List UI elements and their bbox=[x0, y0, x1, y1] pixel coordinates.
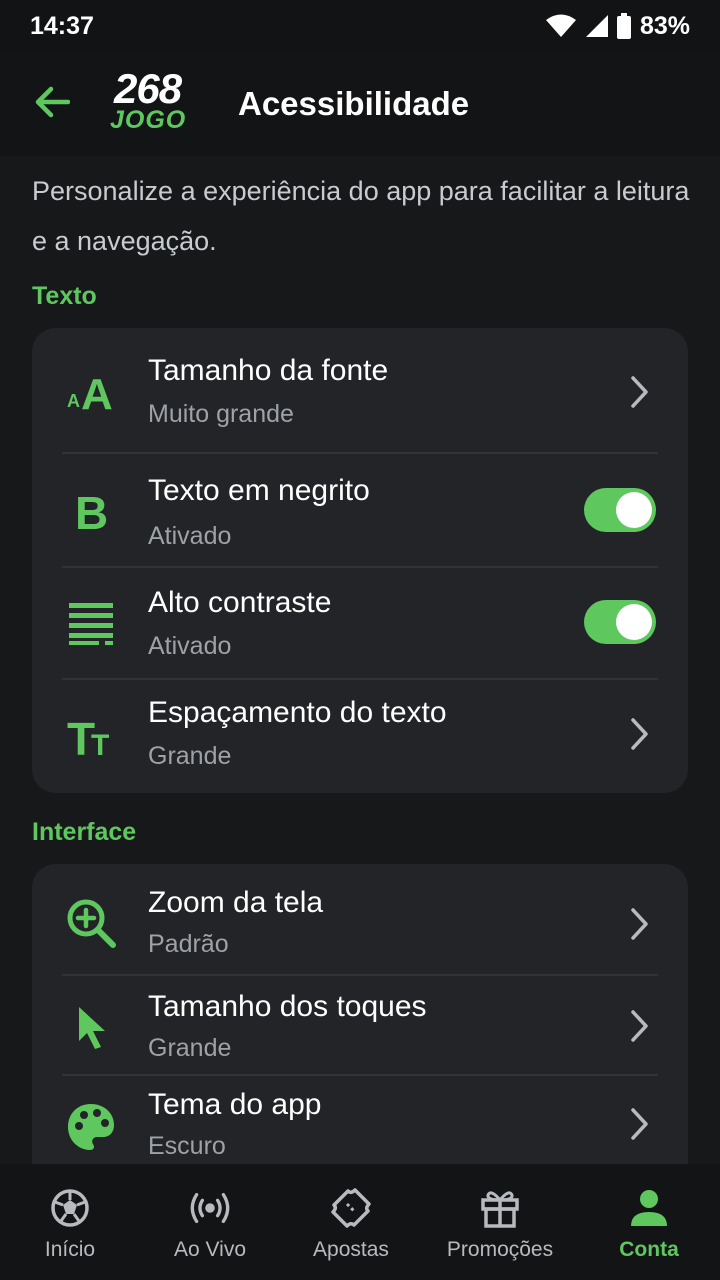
svg-text:B: B bbox=[75, 487, 108, 535]
back-button[interactable] bbox=[28, 78, 76, 126]
brand-logo: 268 JOGO bbox=[110, 66, 206, 136]
app-bar: 268 JOGO Acessibilidade bbox=[0, 52, 720, 156]
setting-touch-size[interactable]: Tamanho dos toques Grande bbox=[32, 976, 688, 1074]
setting-title: Tamanho da fonte bbox=[148, 354, 389, 387]
battery-level: 83% bbox=[639, 11, 690, 40]
nav-item-promocoes[interactable]: Promoções bbox=[428, 1164, 572, 1280]
setting-title: Alto contraste bbox=[148, 586, 332, 619]
setting-font-size[interactable]: A A Tamanho da fonte Muito grande bbox=[32, 328, 688, 452]
nav-item-ao-vivo[interactable]: Ao Vivo bbox=[138, 1164, 282, 1280]
setting-title: Espaçamento do texto bbox=[148, 696, 447, 729]
intro-text: Personalize a experiência do app para fa… bbox=[32, 176, 690, 256]
setting-high-contrast[interactable]: Alto contraste Ativado bbox=[32, 568, 688, 678]
setting-value: Padrão bbox=[148, 930, 229, 958]
svg-text:A: A bbox=[81, 370, 113, 415]
zoom-in-icon bbox=[60, 892, 122, 954]
font-size-icon: A A bbox=[60, 360, 122, 422]
section-label-texto: Texto bbox=[32, 282, 97, 310]
chevron-right-icon bbox=[631, 1108, 648, 1140]
chevron-right-icon bbox=[631, 718, 648, 750]
interface-settings-card: Zoom da tela Padrão Tamanho dos toques G… bbox=[32, 864, 688, 1164]
contrast-icon bbox=[60, 592, 122, 654]
section-label-interface: Interface bbox=[32, 818, 137, 846]
chevron-right-icon bbox=[631, 1010, 648, 1042]
status-bar: 14:37 83% bbox=[0, 0, 720, 52]
palette-icon bbox=[60, 1096, 122, 1158]
setting-title: Tema do app bbox=[148, 1088, 322, 1121]
high-contrast-toggle[interactable] bbox=[584, 600, 656, 644]
setting-title: Zoom da tela bbox=[148, 886, 324, 919]
svg-text:T: T bbox=[91, 729, 109, 759]
battery-icon bbox=[616, 13, 631, 39]
ticket-icon bbox=[329, 1186, 373, 1230]
texto-settings-card: A A Tamanho da fonte Muito grande B Text… bbox=[32, 328, 688, 793]
toggle-knob bbox=[616, 604, 652, 640]
soccer-ball-icon bbox=[48, 1186, 92, 1230]
nav-label: Ao Vivo bbox=[174, 1238, 246, 1261]
nav-label: Conta bbox=[619, 1238, 679, 1261]
setting-value: Ativado bbox=[148, 522, 232, 550]
wifi-icon bbox=[545, 14, 576, 37]
cell-signal-icon bbox=[585, 15, 608, 37]
svg-text:A: A bbox=[67, 391, 80, 411]
pointer-icon bbox=[60, 996, 122, 1058]
setting-bold-text[interactable]: B Texto em negrito Ativado bbox=[32, 454, 688, 566]
back-arrow-icon bbox=[35, 86, 70, 118]
settings-content[interactable]: Personalize a experiência do app para fa… bbox=[0, 156, 720, 1164]
bold-icon: B bbox=[60, 480, 122, 542]
toggle-knob bbox=[616, 492, 652, 528]
chevron-right-icon bbox=[631, 376, 648, 408]
nav-label: Promoções bbox=[446, 1238, 554, 1261]
logo-word: JOGO bbox=[110, 106, 187, 134]
nav-label: Início bbox=[44, 1238, 96, 1261]
setting-title: Texto em negrito bbox=[148, 474, 370, 507]
setting-value: Escuro bbox=[148, 1132, 226, 1160]
nav-item-apostas[interactable]: Apostas bbox=[279, 1164, 423, 1280]
bold-text-toggle[interactable] bbox=[584, 488, 656, 532]
status-icons: 83% bbox=[545, 11, 690, 41]
setting-value: Grande bbox=[148, 1034, 232, 1062]
gift-icon bbox=[478, 1186, 522, 1230]
setting-app-theme[interactable]: Tema do app Escuro bbox=[32, 1076, 688, 1164]
page-title: Acessibilidade bbox=[238, 85, 470, 122]
setting-screen-zoom[interactable]: Zoom da tela Padrão bbox=[32, 864, 688, 974]
setting-value: Muito grande bbox=[148, 400, 294, 428]
person-icon bbox=[627, 1186, 671, 1230]
bottom-navigation: Início Ao Vivo Apostas Promoções Conta bbox=[0, 1164, 720, 1280]
nav-item-conta[interactable]: Conta bbox=[577, 1164, 720, 1280]
setting-title: Tamanho dos toques bbox=[148, 990, 427, 1023]
nav-label: Apostas bbox=[313, 1238, 389, 1261]
setting-text-spacing[interactable]: T T Espaçamento do texto Grande bbox=[32, 680, 688, 793]
chevron-right-icon bbox=[631, 908, 648, 940]
setting-value: Grande bbox=[148, 742, 232, 770]
nav-item-inicio[interactable]: Início bbox=[0, 1164, 142, 1280]
live-broadcast-icon bbox=[188, 1186, 232, 1230]
status-time: 14:37 bbox=[30, 11, 94, 40]
text-spacing-icon: T T bbox=[60, 704, 122, 766]
setting-value: Ativado bbox=[148, 632, 232, 660]
